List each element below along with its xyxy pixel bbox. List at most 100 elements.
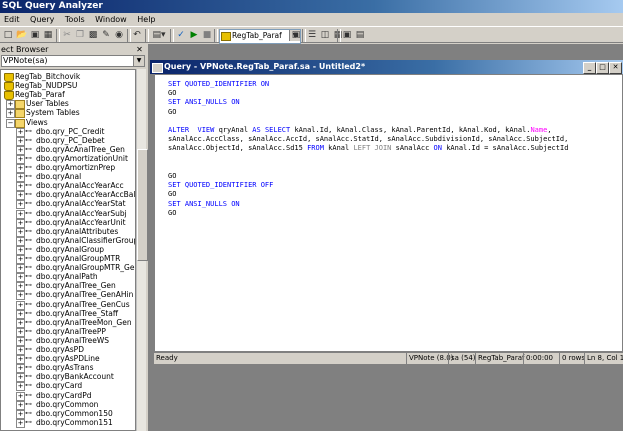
code-token: sAnalAcc.ObjectId, sAnalAcc.Sd15 <box>168 144 308 153</box>
view-icon: ⊷ <box>25 199 32 208</box>
tree-item-view[interactable]: + ⊷ dbo.qryAsPDLine <box>1 354 135 365</box>
cut-icon[interactable]: ✂ <box>61 29 73 41</box>
open-icon[interactable]: 📂 <box>16 29 28 41</box>
object-search-icon[interactable]: ▣ <box>290 29 302 41</box>
minimize-icon[interactable]: _ <box>583 62 596 74</box>
query-window-title-bar[interactable]: Query - VPNote.RegTab_Paraf.sa - Untitle… <box>150 60 623 74</box>
tree-item-view[interactable]: + ⊷ dbo.qry_PC_Debet <box>1 136 135 146</box>
new-icon[interactable]: □ <box>2 29 14 41</box>
tree-item-view[interactable]: + ⊷ dbo.qryAnalTreeMon_Gen <box>1 317 135 328</box>
tree-item-view[interactable]: + ⊷ dbo.qryAnalTree_GenAHin <box>1 290 135 301</box>
view-icon: ⊷ <box>25 399 32 408</box>
menu-help[interactable]: Help <box>133 13 159 26</box>
find-icon[interactable]: ◉ <box>113 29 125 41</box>
code-token: SET ANSI_NULLS ON <box>168 199 240 208</box>
app-title: SQL Query Analyzer <box>2 1 103 11</box>
code-token: GO <box>168 190 177 199</box>
connection-combo[interactable]: VPNote(sa) ▼ <box>1 55 145 67</box>
status-user: sa (54) <box>448 353 476 364</box>
tree-item-view[interactable]: + ⊷ dbo.qryBankAccount <box>1 372 135 383</box>
show-plan-icon[interactable]: ◫ <box>319 29 331 41</box>
tree-item-view[interactable]: + ⊷ dbo.qryCommon <box>1 399 135 410</box>
options-icon[interactable]: ▤ <box>354 29 366 41</box>
connection-combo-value: VPNote(sa) <box>3 56 48 65</box>
view-icon: ⊷ <box>25 417 32 426</box>
tree-item-folder[interactable]: + System Tables <box>1 108 135 119</box>
tree-item-view[interactable]: + ⊷ dbo.qryCardPd <box>1 391 135 401</box>
view-icon: ⊷ <box>25 345 32 353</box>
tree-item-view[interactable]: + ⊷ dbo.qryAnal <box>1 172 135 183</box>
tree-item-label: dbo.qryAnal <box>36 172 82 182</box>
copy-icon[interactable]: ❐ <box>74 29 86 41</box>
expand-icon[interactable]: + <box>16 418 25 428</box>
tree-item-view[interactable]: + ⊷ dbo.qryAmortizationUnit <box>1 154 135 164</box>
tree-item-view[interactable]: + ⊷ dbo.qryAnalTree_GenCus <box>1 300 135 310</box>
tree-item-view[interactable]: + ⊷ dbo.qryCommon151 <box>1 417 135 428</box>
tree-item-view[interactable]: + ⊷ dbo.qryAnalGroupMTR_Gen <box>1 263 135 274</box>
view-icon: ⊷ <box>25 163 32 171</box>
maximize-icon[interactable]: □ <box>596 62 609 74</box>
menu-edit[interactable]: Edit <box>0 13 24 26</box>
tree-item-view[interactable]: + ⊷ dbo.qryAmortiznPrep <box>1 163 135 173</box>
save-icon[interactable]: ▣ <box>29 29 41 41</box>
menu-query[interactable]: Query <box>26 13 58 26</box>
tree-item-view[interactable]: + ⊷ dbo.qryAnalPath <box>1 272 135 283</box>
results-pane-icon[interactable]: ▣ <box>341 29 353 41</box>
tree-item-label: dbo.qryAcAnalTree_Gen <box>36 144 125 154</box>
tree-item-view[interactable]: + ⊷ dbo.qryAnalAccYearSubj <box>1 209 135 219</box>
tree-item-view[interactable]: + ⊷ dbo.qryAnalAttributes <box>1 226 135 237</box>
view-icon: ⊷ <box>25 172 32 181</box>
view-icon: ⊷ <box>25 317 32 326</box>
tree-item-view[interactable]: + ⊷ dbo.qryAnalTreeWS <box>1 335 135 346</box>
tree-item-view[interactable]: + ⊷ dbo.qryAnalGroup <box>1 244 135 255</box>
results-mode-icon[interactable]: ▤▾ <box>150 29 168 41</box>
scrollbar-thumb[interactable] <box>137 149 148 261</box>
tree-item-view[interactable]: + ⊷ dbo.qryAnalAccYearUnit <box>1 217 135 228</box>
tree-item-db[interactable]: RegTab_NUDPSU <box>1 81 135 92</box>
tree-item-view[interactable]: + ⊷ dbo.qryAnalAccYearAcc <box>1 181 135 192</box>
display-plan-icon[interactable]: ☰ <box>306 29 318 41</box>
tree-item-view[interactable]: + ⊷ dbo.qryAcAnalTree_Gen <box>1 144 135 155</box>
object-tree-scrollbar[interactable] <box>136 69 148 431</box>
tree-item-label: dbo.qryAnalTreeMon_Gen <box>36 317 132 327</box>
tree-item-view[interactable]: + ⊷ dbo.qryAnalTree_Staff <box>1 309 135 319</box>
tree-item-view[interactable]: + ⊷ dbo.qry_PC_Credit <box>1 127 135 137</box>
tree-item-view[interactable]: + ⊷ dbo.qryCard <box>1 381 135 392</box>
tree-item-view[interactable]: + ⊷ dbo.qryAnalAccYearStat <box>1 199 135 210</box>
tree-item-view[interactable]: + ⊷ dbo.qryAsPD <box>1 345 135 355</box>
undo-icon[interactable]: ↶ <box>131 29 143 41</box>
view-icon: ⊷ <box>25 372 32 381</box>
execute-icon[interactable]: ▶ <box>188 29 200 41</box>
close-icon[interactable]: ✕ <box>135 45 144 54</box>
tree-item-folder[interactable]: + User Tables <box>1 99 135 110</box>
view-icon: ⊷ <box>25 226 32 235</box>
tree-item-view[interactable]: + ⊷ dbo.qryAsTrans <box>1 363 135 374</box>
tree-item-view[interactable]: + ⊷ dbo.qryAnalTree_Gen <box>1 281 135 292</box>
tree-item-db[interactable]: RegTab_Paraf <box>1 90 135 101</box>
tree-item-label: dbo.qryAnalAccYearUnit <box>36 217 126 227</box>
chevron-down-icon[interactable]: ▼ <box>133 56 144 66</box>
query-editor[interactable]: SET QUOTED_IDENTIFIER ON GO SET ANSI_NULLS… <box>154 74 623 352</box>
tree-item-folder[interactable]: − Views <box>1 118 135 128</box>
tree-item-label: dbo.qryAnalAccYearAcc <box>36 181 124 191</box>
menu-tools[interactable]: Tools <box>61 13 89 26</box>
object-tree[interactable]: RegTab_Bitchovik RegTab_NUDPSU RegTab_Para… <box>0 69 136 431</box>
parse-icon[interactable]: ✓ <box>175 29 187 41</box>
tree-item-view[interactable]: + ⊷ dbo.qryCommon150 <box>1 409 135 419</box>
tree-item-view[interactable]: + ⊷ dbo.qryAnalClassifierGroup <box>1 236 135 246</box>
tree-item-label: dbo.qryAnalGroup <box>36 244 105 254</box>
load-icon[interactable]: ▦ <box>42 29 54 41</box>
tree-item-db[interactable]: RegTab_Bitchovik <box>1 72 135 82</box>
database-combo[interactable]: RegTab_Paraf ▼ <box>219 29 301 44</box>
close-icon[interactable]: ✕ <box>609 62 622 74</box>
tree-item-view[interactable]: + ⊷ dbo.qryAnalTreePP <box>1 327 135 337</box>
tree-item-label: dbo.qryAnalTreeWS <box>36 335 110 345</box>
paste-icon[interactable]: ▩ <box>87 29 99 41</box>
menu-window[interactable]: Window <box>91 13 131 26</box>
tree-item-label: dbo.qryAnalPath <box>36 272 98 282</box>
clear-icon[interactable]: ✎ <box>100 29 112 41</box>
view-icon: ⊷ <box>25 217 32 226</box>
tree-item-view[interactable]: + ⊷ dbo.qryAnalGroupMTR <box>1 254 135 264</box>
tree-item-view[interactable]: + ⊷ dbo.qryAnalAccYearAccBal <box>1 190 135 201</box>
stop-icon[interactable]: ■ <box>201 29 213 41</box>
